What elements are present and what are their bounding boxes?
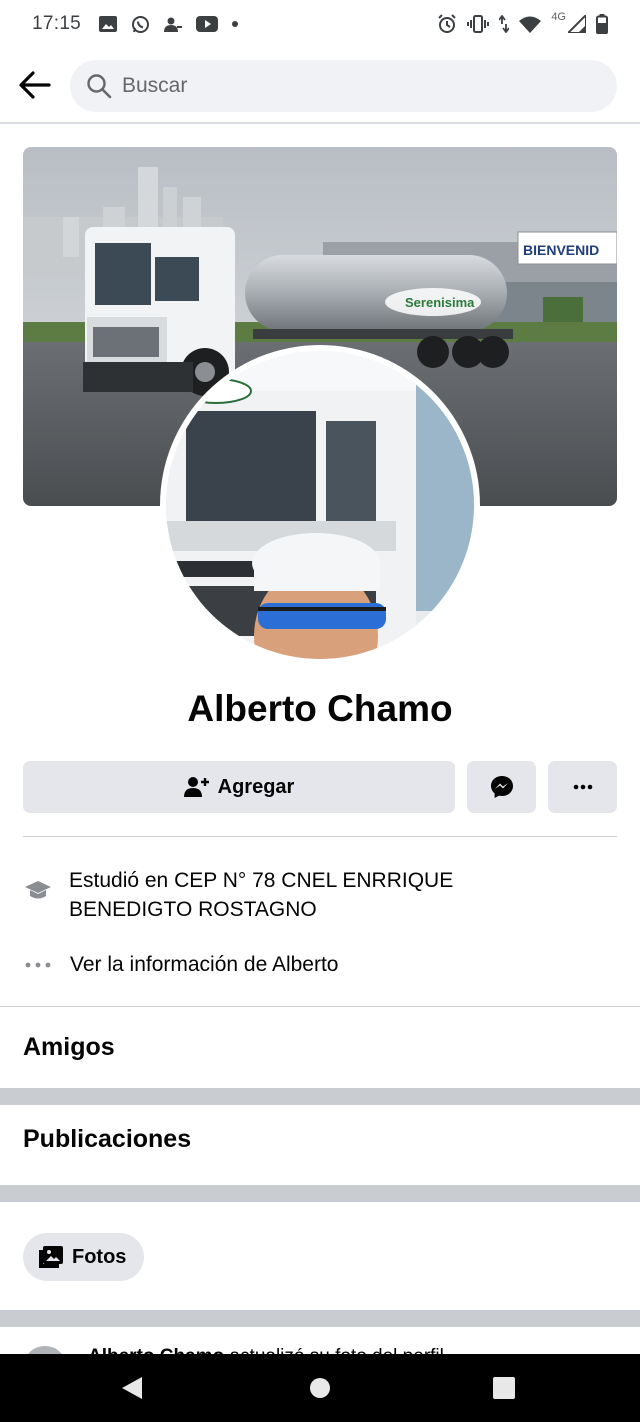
alarm-icon <box>438 14 457 33</box>
graduation-cap-icon <box>25 881 51 899</box>
system-nav-bar <box>0 1354 640 1422</box>
photos-filter-chip[interactable]: Fotos <box>23 1233 145 1281</box>
add-friend-button[interactable]: Agregar <box>23 761 455 813</box>
whatsapp-icon <box>132 15 150 33</box>
photos-icon <box>39 1246 63 1268</box>
post-action: actualizó su foto del perfil. <box>229 1346 449 1354</box>
back-arrow-icon <box>19 71 51 99</box>
tanker-brand-text: Serenisima <box>405 295 475 310</box>
search-placeholder: Buscar <box>122 74 188 97</box>
signal-icon <box>568 15 586 33</box>
circle-home-icon <box>310 1378 330 1398</box>
avatar-image <box>166 351 474 659</box>
battery-icon <box>596 14 608 34</box>
search-header: Buscar <box>0 48 640 124</box>
post-header: Alberto Chamo actualizó su foto del perf… <box>88 1346 449 1354</box>
see-info-link[interactable]: Ver la información de Alberto <box>70 950 550 979</box>
more-icon <box>573 784 592 790</box>
profile-name: Alberto Chamo <box>187 688 453 729</box>
section-separator <box>0 1185 640 1202</box>
divider <box>23 836 617 837</box>
message-button[interactable] <box>467 761 536 813</box>
status-time: 17:15 <box>32 13 82 34</box>
see-info-row[interactable]: Ver la información de Alberto <box>23 950 550 979</box>
search-icon <box>87 74 112 99</box>
friends-section-title[interactable]: Amigos <box>23 1033 115 1062</box>
section-separator <box>0 1088 640 1105</box>
nav-back-button[interactable] <box>92 1354 172 1422</box>
profile-avatar[interactable] <box>160 345 480 665</box>
data-arrows-icon <box>499 15 510 33</box>
vibrate-icon <box>467 15 490 33</box>
gallery-icon <box>99 16 118 32</box>
post-preview[interactable]: Alberto Chamo actualizó su foto del perf… <box>0 1328 640 1354</box>
divider <box>0 1006 640 1007</box>
section-separator <box>0 1310 640 1327</box>
system-icons: 4G <box>437 11 608 34</box>
back-button[interactable] <box>0 47 70 123</box>
square-recents-icon <box>493 1377 515 1399</box>
triangle-back-icon <box>122 1377 142 1399</box>
cover-sign-text: BIENVENID <box>523 242 599 258</box>
network-type: 4G <box>551 11 566 23</box>
post-author[interactable]: Alberto Chamo <box>88 1346 224 1354</box>
dot-icon <box>232 21 239 27</box>
education-row: Estudió en CEP N° 78 CNEL ENRRIQUE BENED… <box>23 866 549 924</box>
notification-icons <box>99 15 239 34</box>
photos-chip-label: Fotos <box>72 1245 127 1268</box>
avatar <box>23 1346 67 1354</box>
status-bar: 17:15 4G <box>0 0 640 48</box>
add-friend-icon <box>183 777 209 797</box>
search-input[interactable]: Buscar <box>70 60 617 112</box>
youtube-icon <box>196 16 219 32</box>
education-text: Estudió en CEP N° 78 CNEL ENRRIQUE BENED… <box>69 869 454 921</box>
add-friend-label: Agregar <box>217 775 295 798</box>
posts-section-title: Publicaciones <box>23 1125 192 1153</box>
more-button[interactable] <box>548 761 617 813</box>
nav-recents-button[interactable] <box>464 1354 544 1422</box>
nav-home-button[interactable] <box>280 1354 360 1422</box>
wifi-icon <box>519 16 542 33</box>
ellipsis-icon <box>25 962 51 967</box>
contact-icon <box>164 17 183 32</box>
messenger-icon <box>490 776 513 798</box>
